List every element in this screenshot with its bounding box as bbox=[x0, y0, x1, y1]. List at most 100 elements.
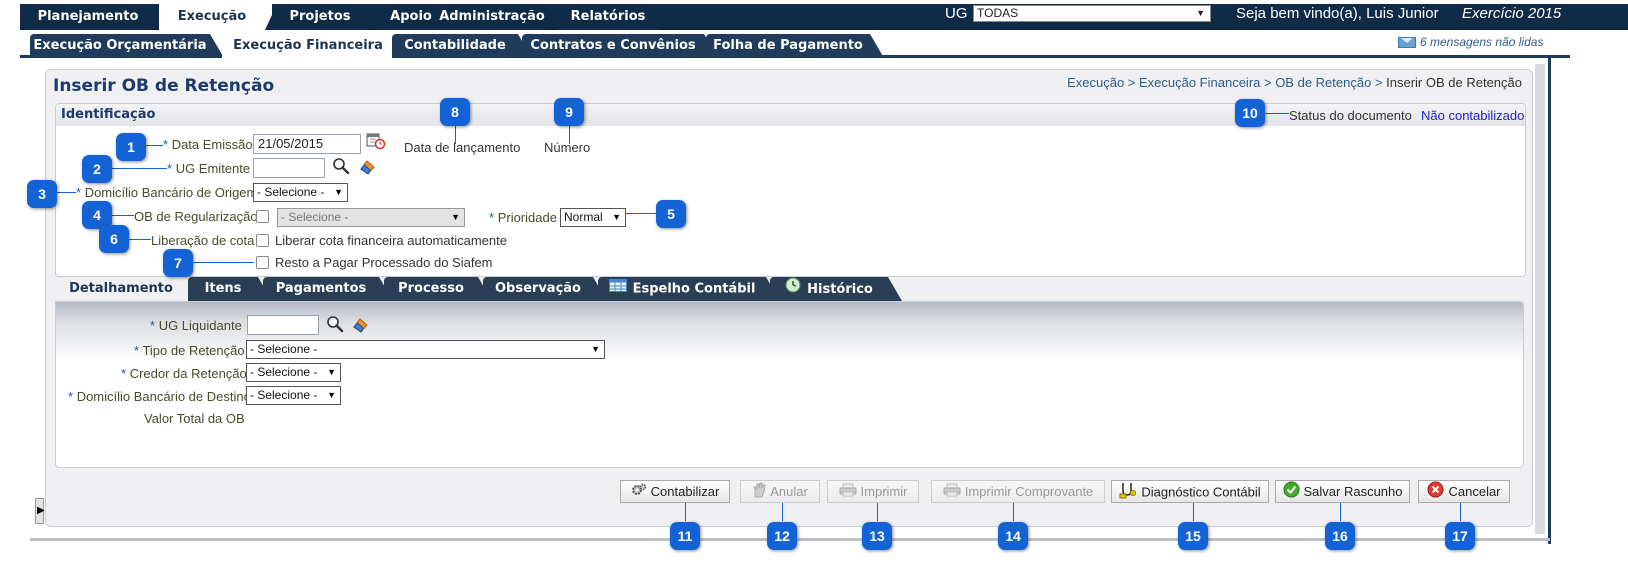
page-title: Inserir OB de Retenção bbox=[53, 76, 275, 96]
tab-espelho-contabil[interactable]: Espelho Contábil bbox=[598, 277, 780, 301]
breadcrumb-links[interactable]: Execução > Execução Financeira > OB de R… bbox=[1067, 75, 1386, 90]
menu-tab-execucao[interactable]: Execução bbox=[159, 4, 277, 30]
welcome-text: Seja bem vindo(a), Luis Junior bbox=[1236, 5, 1439, 22]
menu-tab-planejamento[interactable]: Planejamento bbox=[24, 4, 164, 30]
callout-badge: 12 bbox=[767, 522, 797, 550]
callout-badge: 3 bbox=[27, 180, 57, 208]
tab-processo[interactable]: Processo bbox=[384, 277, 492, 301]
imprimir-comprovante-button[interactable]: Imprimir Comprovante bbox=[931, 480, 1105, 503]
tab-contratos-convenios[interactable]: Contratos e Convênios bbox=[522, 34, 718, 58]
messages-link[interactable]: 6 mensagens não lidas bbox=[1398, 35, 1543, 49]
tab-observacao[interactable]: Observação bbox=[483, 277, 607, 301]
panel-shadow bbox=[1535, 64, 1545, 534]
valor-total-label: Valor Total da OB bbox=[144, 411, 245, 426]
data-emissao-input[interactable]: 21/05/2015 bbox=[253, 134, 361, 154]
salvar-rascunho-button[interactable]: Salvar Rascunho bbox=[1275, 480, 1410, 503]
eraser-icon[interactable] bbox=[359, 159, 375, 175]
callout-line bbox=[57, 192, 76, 193]
printer-icon bbox=[943, 482, 961, 503]
prioridade-label: * Prioridade bbox=[489, 210, 557, 225]
anular-button[interactable]: Anular bbox=[740, 480, 820, 503]
credor-retencao-label: * Credor da Retenção bbox=[121, 366, 247, 381]
table-icon bbox=[608, 277, 627, 301]
chevron-down-icon: ▼ bbox=[334, 187, 343, 197]
cancel-icon bbox=[1427, 481, 1444, 504]
search-icon[interactable] bbox=[332, 157, 350, 175]
callout-badge: 14 bbox=[998, 522, 1028, 550]
eraser-icon[interactable] bbox=[352, 317, 368, 333]
menu-tab-administracao[interactable]: Administração bbox=[434, 4, 562, 30]
contabilizar-button[interactable]: Contabilizar bbox=[620, 480, 730, 503]
callout-badge: 17 bbox=[1445, 522, 1475, 550]
ob-regularizacao-checkbox[interactable] bbox=[256, 210, 269, 223]
tab-pagamentos[interactable]: Pagamentos bbox=[263, 277, 393, 301]
ug-emitente-label: * UG Emitente bbox=[167, 161, 251, 176]
callout-badge: 16 bbox=[1325, 522, 1355, 550]
breadcrumb-current: Inserir OB de Retenção bbox=[1386, 75, 1522, 90]
chevron-down-icon: ▼ bbox=[612, 212, 621, 222]
ug-select[interactable]: TODAS ▼ bbox=[973, 5, 1211, 22]
ug-liquidante-label: * UG Liquidante bbox=[150, 318, 242, 333]
tab-folha-pagamento[interactable]: Folha de Pagamento bbox=[706, 34, 884, 58]
prioridade-select[interactable]: Normal ▼ bbox=[560, 208, 626, 227]
tipo-retencao-select[interactable]: - Selecione - ▼ bbox=[246, 340, 605, 359]
domicilio-origem-label: * Domicílio Bancário de Origem bbox=[76, 185, 258, 200]
messages-text: 6 mensagens não lidas bbox=[1420, 35, 1544, 49]
liberar-cota-checkbox[interactable] bbox=[256, 234, 269, 247]
history-icon bbox=[785, 277, 801, 302]
resto-pagar-checkbox[interactable] bbox=[256, 256, 269, 269]
ug-liquidante-input[interactable] bbox=[247, 315, 319, 335]
callout-badge: 5 bbox=[656, 200, 686, 228]
chevron-down-icon: ▼ bbox=[451, 212, 460, 222]
callout-badge: 7 bbox=[163, 249, 193, 277]
callout-line bbox=[569, 126, 570, 144]
search-icon[interactable] bbox=[326, 315, 344, 333]
cancelar-button[interactable]: Cancelar bbox=[1418, 480, 1510, 503]
tab-detalhamento[interactable]: Detalhamento bbox=[55, 277, 201, 301]
tab-historico[interactable]: Histórico bbox=[770, 277, 902, 302]
ug-emitente-input[interactable] bbox=[253, 158, 325, 178]
right-border bbox=[1548, 58, 1551, 544]
liberacao-cota-label: Liberação de cota bbox=[151, 233, 255, 248]
callout-badge: 6 bbox=[99, 225, 129, 253]
envelope-icon bbox=[1398, 37, 1416, 49]
callout-line bbox=[626, 213, 656, 214]
chevron-down-icon: ▼ bbox=[327, 390, 336, 400]
exercicio-text: Exercício 2015 bbox=[1462, 5, 1562, 22]
ob-regularizacao-select[interactable]: - Selecione - ▼ bbox=[277, 208, 465, 227]
callout-line bbox=[1340, 503, 1341, 521]
callout-line bbox=[455, 126, 456, 144]
callout-line bbox=[685, 503, 686, 521]
gears-icon bbox=[631, 482, 647, 504]
callout-line bbox=[877, 503, 878, 521]
chevron-down-icon: ▼ bbox=[327, 367, 336, 377]
menu-tab-projetos[interactable]: Projetos bbox=[272, 4, 380, 30]
tab-itens[interactable]: Itens bbox=[188, 277, 272, 301]
callout-badge: 1 bbox=[116, 133, 146, 161]
callout-badge: 11 bbox=[670, 522, 700, 550]
tab-contabilidade[interactable]: Contabilidade bbox=[392, 34, 532, 58]
arrow-right-icon: ▶ bbox=[37, 505, 45, 516]
imprimir-button[interactable]: Imprimir bbox=[827, 480, 919, 503]
calendar-icon[interactable] bbox=[366, 132, 386, 150]
callout-line bbox=[145, 145, 163, 146]
side-panel-toggle[interactable]: ▶ bbox=[35, 498, 45, 524]
domicilio-destino-select[interactable]: - Selecione - ▼ bbox=[246, 386, 341, 405]
credor-retencao-select[interactable]: - Selecione - ▼ bbox=[246, 363, 341, 382]
callout-line bbox=[112, 168, 167, 169]
callout-line bbox=[1193, 503, 1194, 521]
tab-execucao-orcamentaria[interactable]: Execução Orçamentária bbox=[30, 34, 224, 58]
menu-tab-relatorios[interactable]: Relatórios bbox=[556, 4, 672, 30]
diagnostico-contabil-button[interactable]: Diagnóstico Contábil bbox=[1111, 480, 1269, 503]
chevron-down-icon: ▼ bbox=[591, 344, 600, 354]
data-lancamento-label: Data de lançamento bbox=[404, 140, 521, 155]
resto-pagar-text: Resto a Pagar Processado do Siafem bbox=[275, 255, 493, 270]
callout-line bbox=[112, 215, 134, 216]
callout-badge: 8 bbox=[440, 98, 470, 126]
numero-label: Número bbox=[544, 140, 591, 155]
breadcrumb[interactable]: Execução > Execução Financeira > OB de R… bbox=[1067, 75, 1522, 90]
tab-execucao-financeira[interactable]: Execução Financeira bbox=[222, 34, 408, 58]
status-value: Não contabilizado bbox=[1421, 108, 1525, 123]
domicilio-origem-select[interactable]: - Selecione - ▼ bbox=[253, 183, 348, 202]
submenu-bar: Execução Orçamentária Execução Financeir… bbox=[20, 34, 1570, 58]
